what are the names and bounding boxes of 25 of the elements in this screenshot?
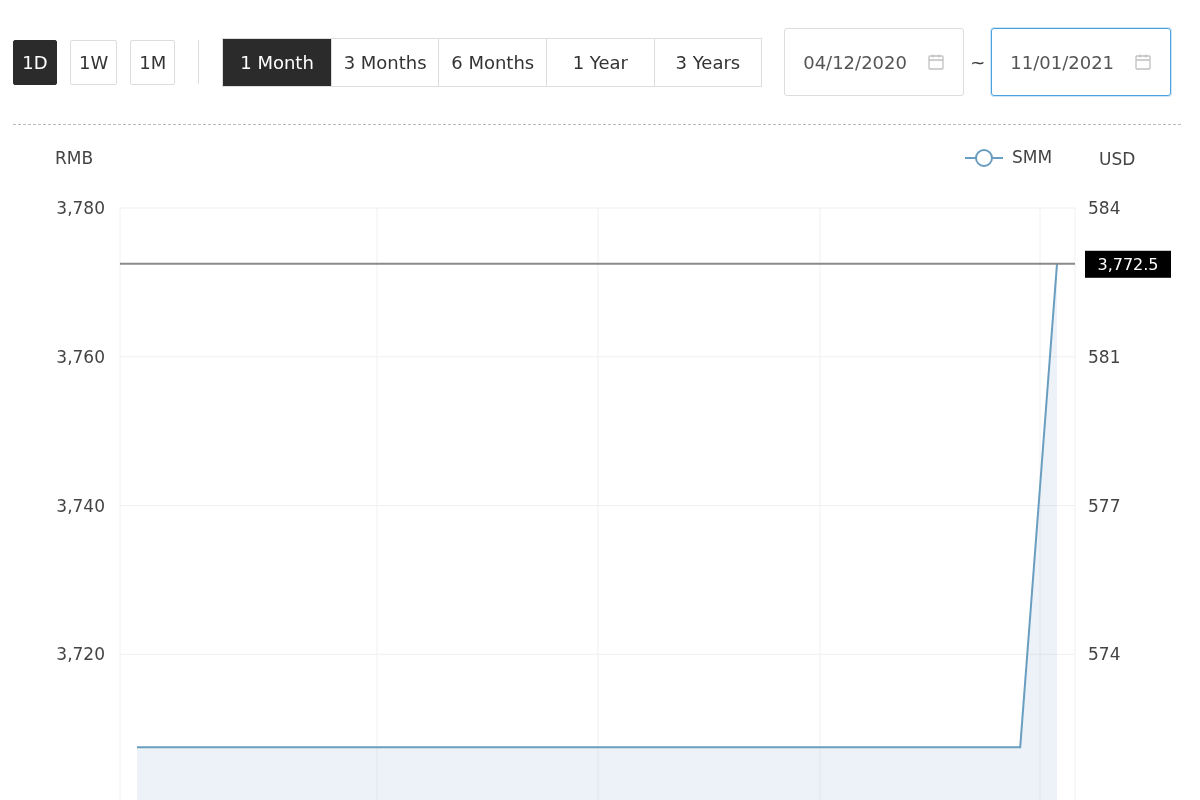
range-button[interactable]: 1D <box>13 39 57 85</box>
axis-tick-label: 3,720 <box>56 644 105 665</box>
legend-icon <box>964 149 1004 167</box>
axis-tick-label: 581 <box>1088 346 1121 367</box>
date-value: 04/12/2020 <box>803 51 907 73</box>
period-tab[interactable]: 1 Month <box>223 38 331 86</box>
axis-tick-label: 574 <box>1088 644 1121 665</box>
range-button[interactable]: 1W <box>70 39 118 85</box>
legend-label: SMM <box>1012 147 1053 167</box>
axis-unit: USD <box>1099 149 1136 169</box>
ref-line-label: 3,772.5 <box>1097 254 1159 274</box>
calendar-icon <box>1134 53 1153 71</box>
range-separator: ~ <box>970 51 986 73</box>
calendar-icon <box>927 53 946 71</box>
axis-tick-label: 3,780 <box>56 198 105 218</box>
date-value: 11/01/2021 <box>1010 51 1115 73</box>
axis-tick-label: 3,740 <box>56 495 105 516</box>
date-field[interactable]: 04/12/2020 <box>784 28 965 96</box>
price-tag: 3,772.5 <box>1085 250 1171 278</box>
axis-unit: RMB <box>55 148 94 168</box>
date-field[interactable]: 11/01/2021 <box>991 28 1172 96</box>
axis-tick-label: 584 <box>1088 198 1121 218</box>
axis-tick-label: 577 <box>1088 495 1121 516</box>
range-button[interactable]: 1M <box>130 39 176 85</box>
axis-tick-label: 3,760 <box>56 346 105 367</box>
